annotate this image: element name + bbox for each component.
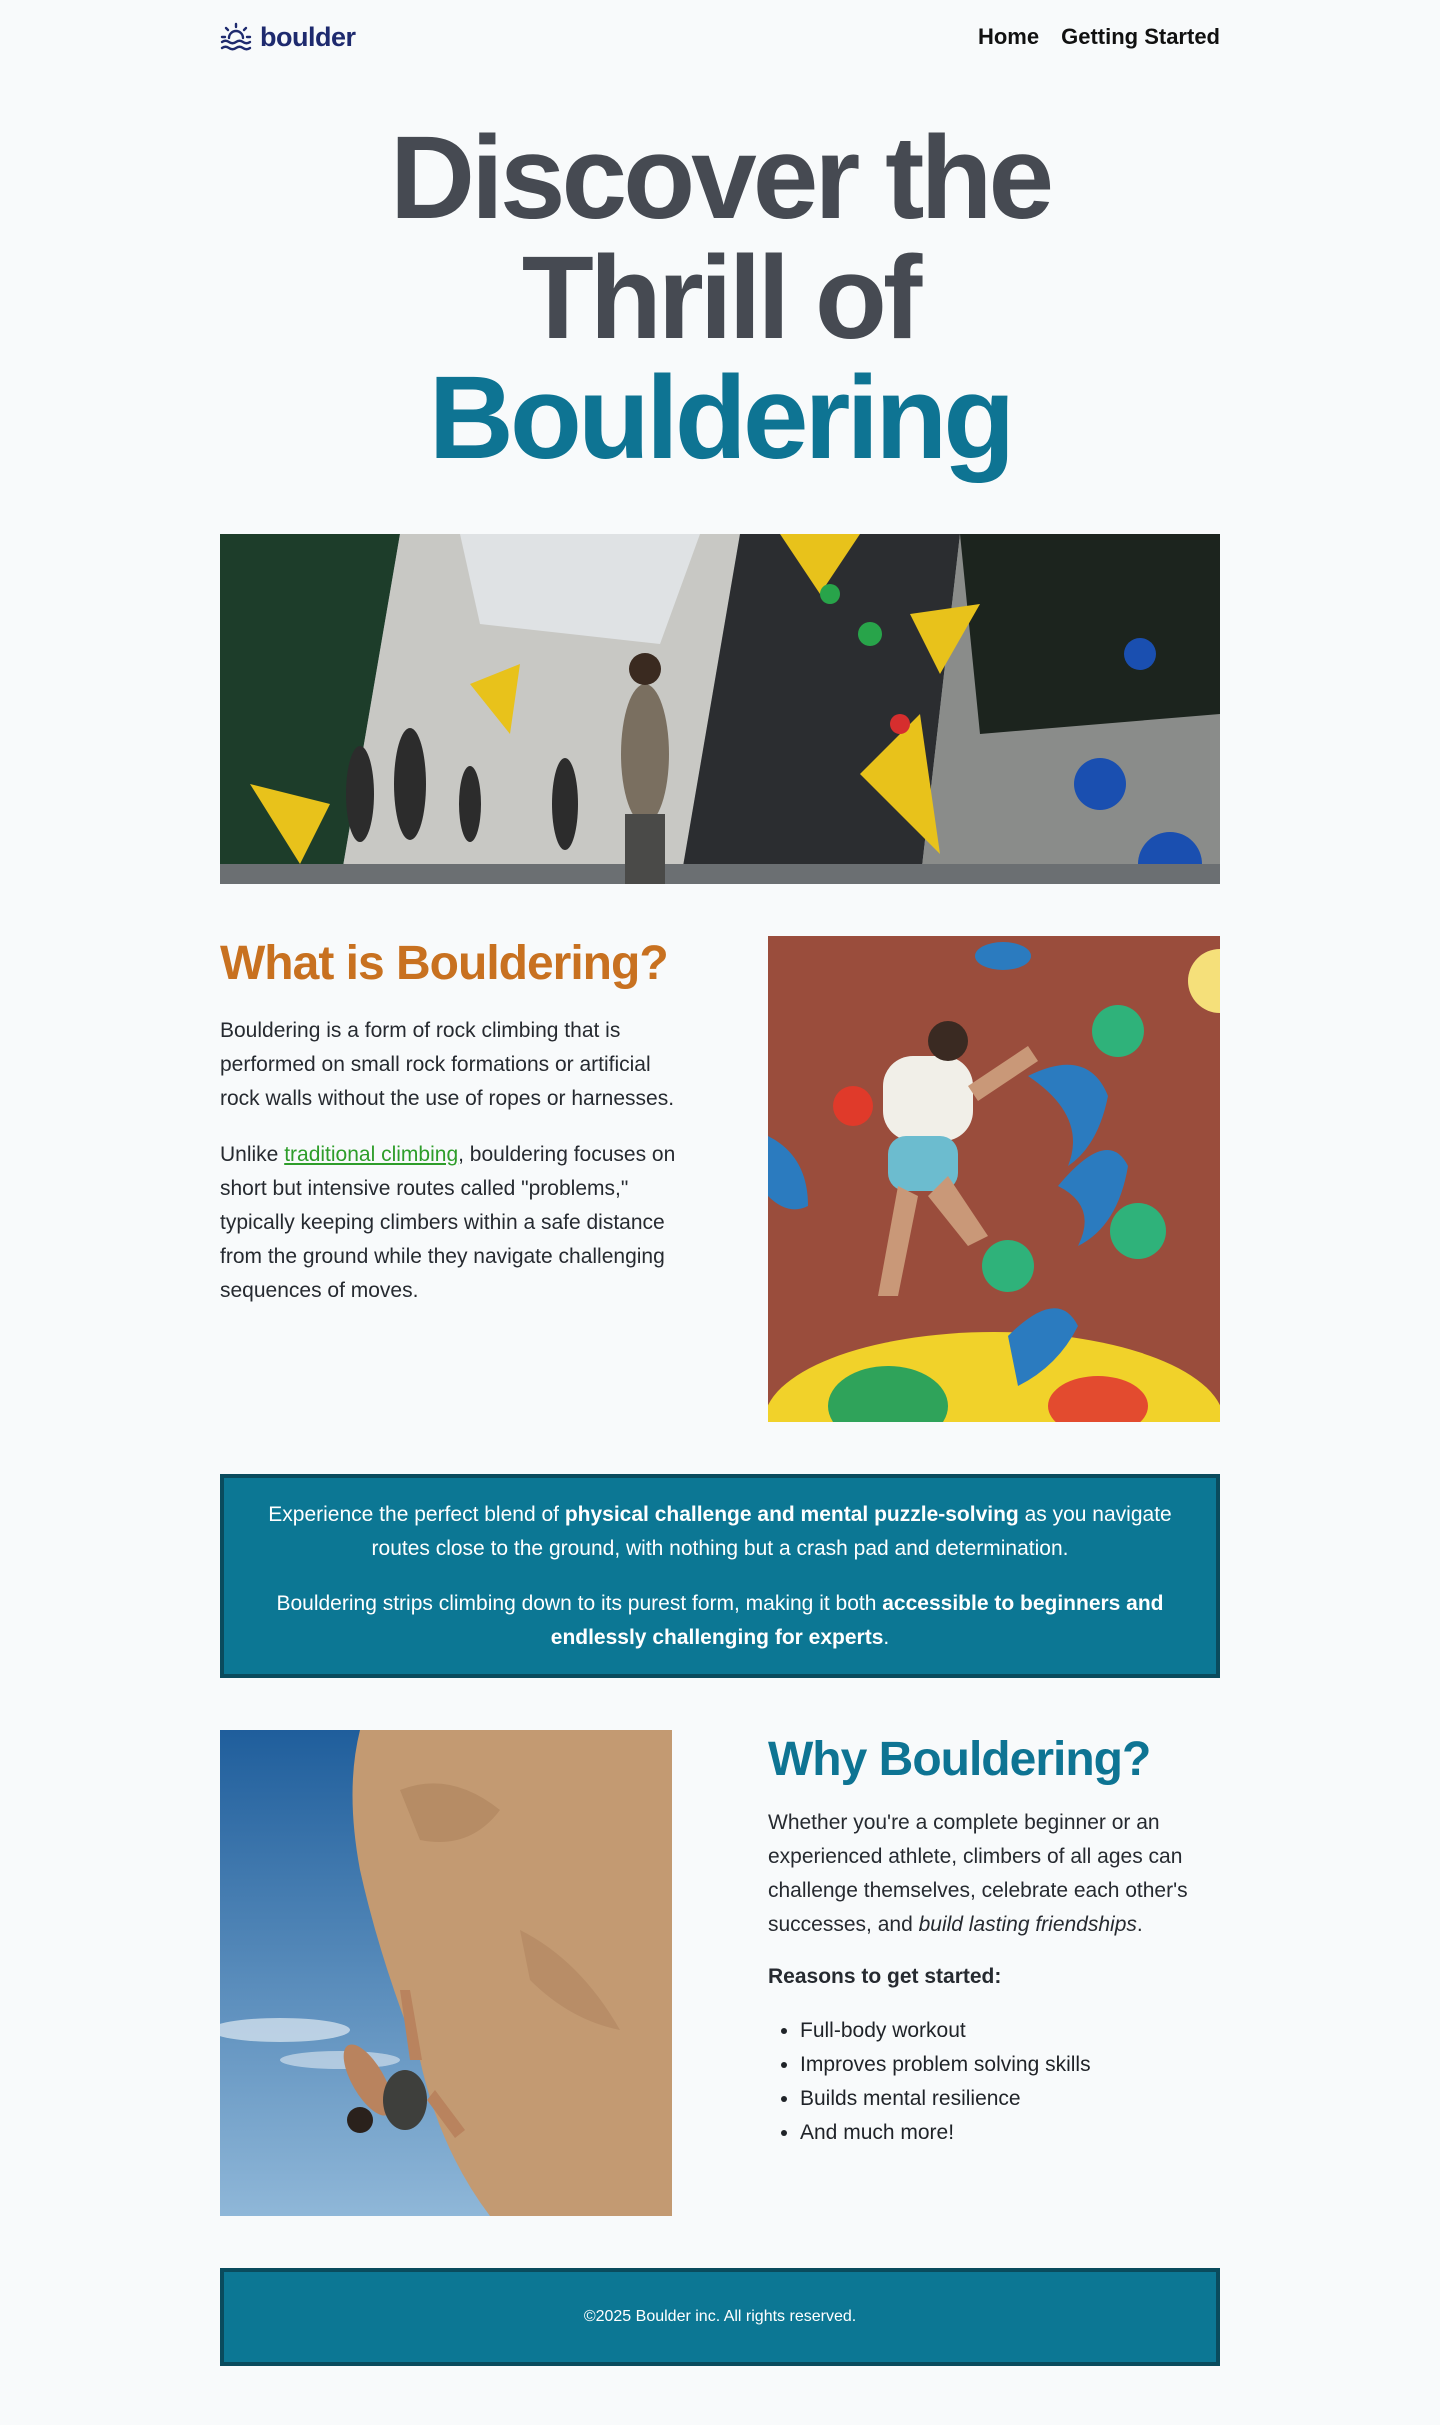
callout-text: . [883, 1626, 890, 1649]
list-item: And much more! [800, 2116, 1220, 2150]
paragraph-text: , bouldering focuses on short but intens… [220, 1143, 676, 1302]
callout-paragraph-2: Bouldering strips climbing down to its p… [242, 1587, 1198, 1655]
logo[interactable]: boulder [220, 22, 356, 53]
gym-banner-image [220, 534, 1220, 884]
callout-emphasis: physical challenge and mental puzzle-sol… [564, 1503, 1019, 1526]
hero-title-line2: Thrill of [521, 232, 923, 364]
what-is-section: What is Bouldering? Bouldering is a form… [220, 936, 1220, 1422]
climber-wall-image [768, 936, 1220, 1422]
callout-text: Experience the perfect blend of [268, 1503, 565, 1526]
traditional-climbing-link[interactable]: traditional climbing [284, 1143, 458, 1166]
nav-getting-started-link[interactable]: Getting Started [1061, 24, 1220, 50]
paragraph-text: Unlike [220, 1143, 285, 1166]
what-is-paragraph-2: Unlike traditional climbing, bouldering … [220, 1138, 680, 1308]
reasons-label: Reasons to get started: [768, 1965, 1002, 1988]
site-footer: ©2025 Boulder inc. All rights reserved. [220, 2268, 1220, 2366]
list-item: Builds mental resilience [800, 2082, 1220, 2116]
callout-text: Bouldering strips climbing down to its p… [276, 1592, 883, 1615]
hero: Discover the Thrill of Bouldering [220, 118, 1220, 478]
why-paragraph: Whether you're a complete beginner or an… [768, 1806, 1220, 1942]
nav-home-link[interactable]: Home [978, 24, 1039, 50]
logo-text: boulder [260, 21, 356, 52]
hero-title-line1: Discover the [389, 112, 1054, 244]
why-section: Why Bouldering? Whether you're a complet… [220, 1730, 1220, 2216]
why-text: Why Bouldering? Whether you're a complet… [768, 1730, 1220, 2150]
main-nav: Home Getting Started [978, 24, 1220, 50]
hero-title-accent: Bouldering [428, 352, 1016, 484]
sun-wave-logo-icon [220, 22, 252, 52]
paragraph-text: . [1136, 1913, 1143, 1936]
site-header: boulder Home Getting Started [220, 0, 1220, 74]
paragraph-emphasis: build lasting friendships [918, 1913, 1137, 1936]
callout-box: Experience the perfect blend of physical… [220, 1474, 1220, 1678]
list-item: Full-body workout [800, 2014, 1220, 2048]
what-is-paragraph-1: Bouldering is a form of rock climbing th… [220, 1019, 675, 1110]
list-item: Improves problem solving skills [800, 2048, 1220, 2082]
why-heading: Why Bouldering? [768, 1733, 1151, 1786]
what-is-heading: What is Bouldering? [220, 937, 669, 990]
hero-title: Discover the Thrill of Bouldering [220, 118, 1220, 478]
reasons-list: Full-body workout Improves problem solvi… [768, 2014, 1220, 2150]
copyright-text: ©2025 Boulder inc. All rights reserved. [583, 2308, 857, 2325]
callout-paragraph-1: Experience the perfect blend of physical… [242, 1498, 1198, 1566]
outdoor-boulder-image [220, 1730, 672, 2216]
what-is-text: What is Bouldering? Bouldering is a form… [220, 936, 680, 1308]
